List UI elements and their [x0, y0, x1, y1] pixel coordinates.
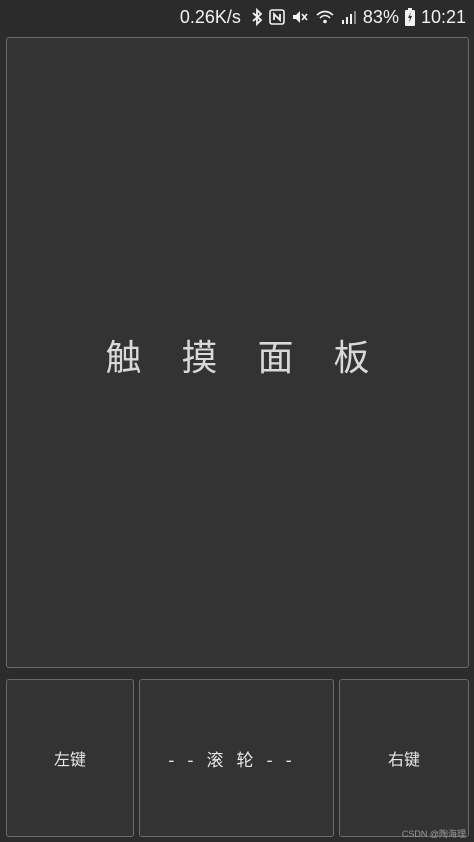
scroll-wheel-button[interactable]: --滚轮--	[139, 679, 334, 837]
network-speed: 0.26K/s	[179, 6, 241, 27]
mute-icon	[291, 9, 309, 25]
battery-percent: 83%	[362, 6, 399, 27]
status-bar: 0.26K/s 83% 10:21	[0, 0, 474, 34]
watermark: CSDN @陶海理	[401, 829, 466, 839]
clock: 10:21	[420, 6, 466, 27]
right-click-label: 右键	[387, 750, 420, 769]
touchpad-label: 触摸面板	[105, 337, 410, 379]
app-screen: 0.26K/s 83% 10:21 触摸面板 左键 --滚轮-- 右键 CSDN…	[0, 0, 474, 842]
nfc-icon	[269, 9, 285, 25]
right-click-button[interactable]: 右键	[339, 679, 469, 837]
left-click-label: 左键	[53, 750, 86, 769]
battery-icon	[404, 8, 415, 26]
scroll-wheel-label: --滚轮--	[168, 750, 305, 771]
signal-icon	[341, 9, 357, 25]
wifi-icon	[315, 9, 335, 25]
bluetooth-icon	[251, 8, 263, 26]
touchpad-area[interactable]: 触摸面板	[6, 37, 469, 668]
left-click-button[interactable]: 左键	[6, 679, 134, 837]
